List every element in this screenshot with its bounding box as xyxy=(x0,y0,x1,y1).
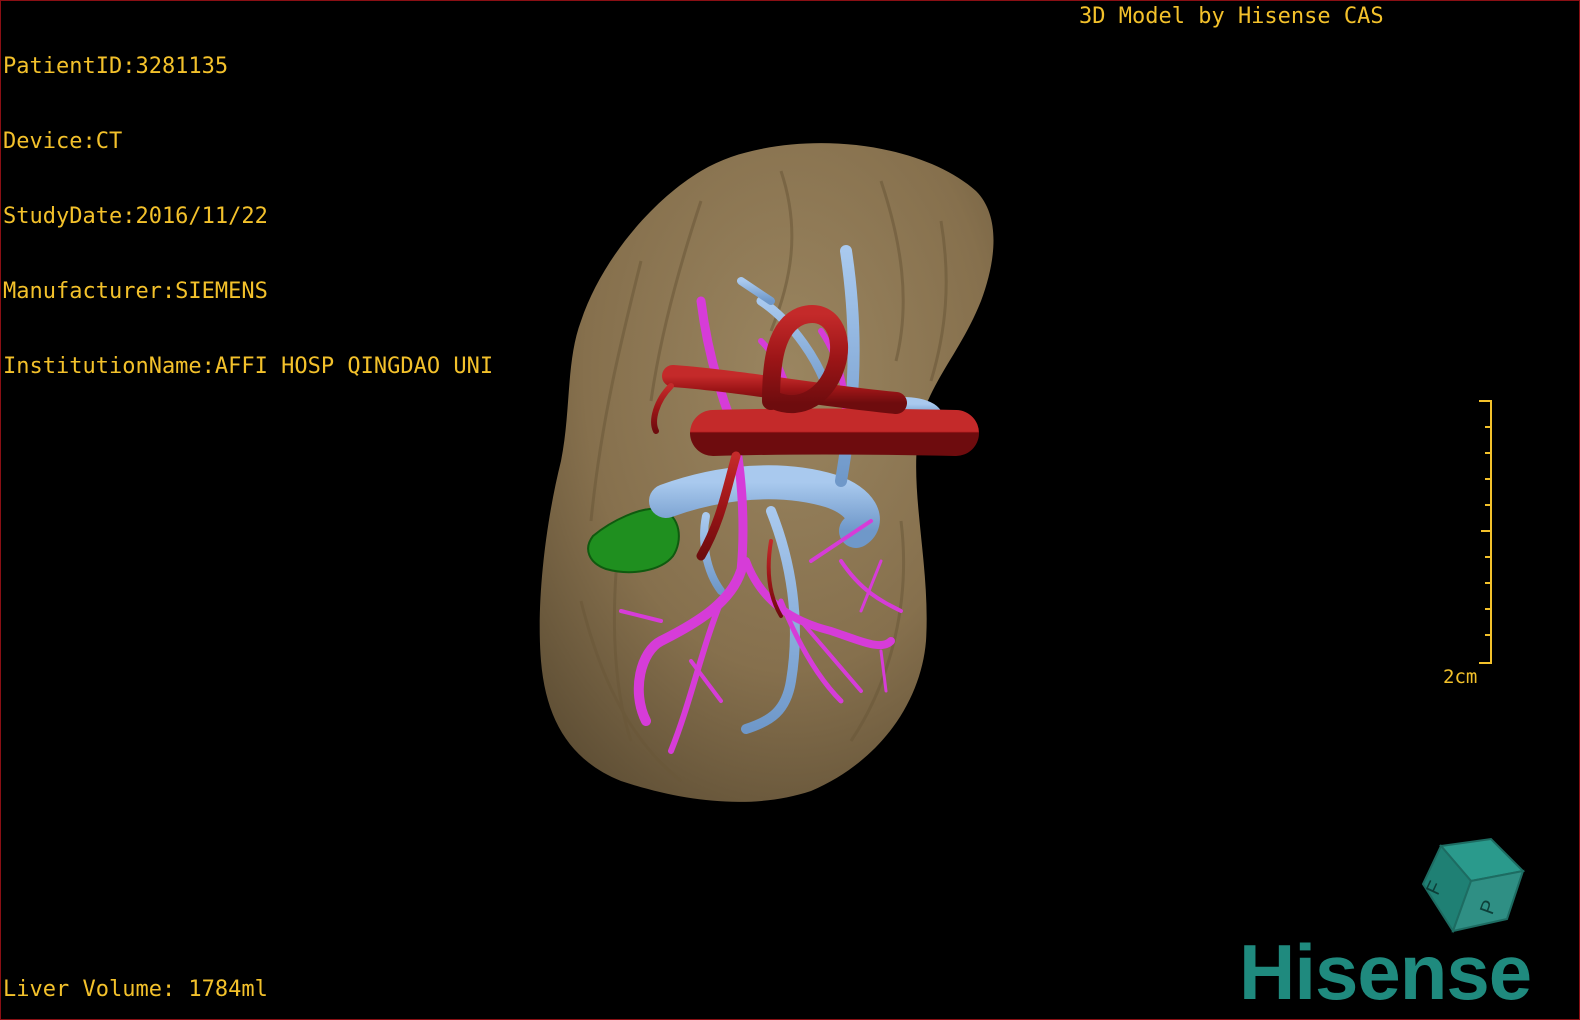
hisense-logo: Hisense xyxy=(1239,928,1532,1016)
scale-bar-ticks xyxy=(1481,426,1491,636)
3d-viewport[interactable]: PatientID:3281135 Device:CT StudyDate:20… xyxy=(0,0,1580,1020)
liver-volume-readout: Liver Volume: 1784ml xyxy=(3,977,268,1002)
orientation-cube[interactable]: F P xyxy=(1421,837,1526,934)
liver-3d-model[interactable]: F P xyxy=(1,1,1580,1020)
scale-bar xyxy=(1479,400,1492,664)
scale-bar-label: 2cm xyxy=(1443,666,1478,688)
